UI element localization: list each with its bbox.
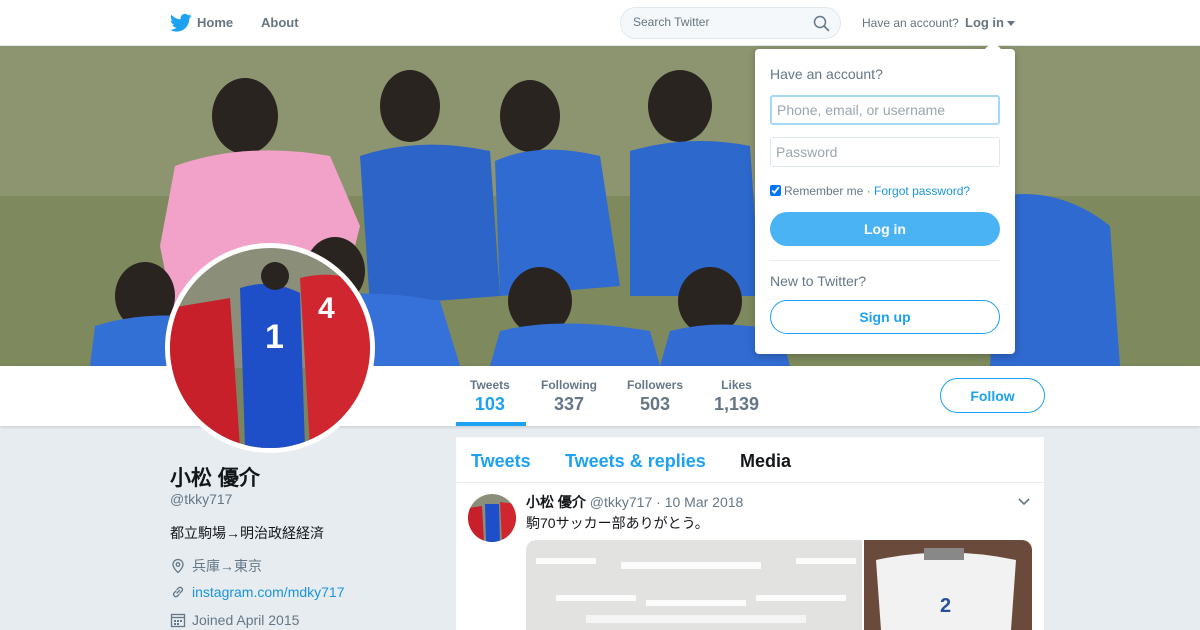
stat-tweets[interactable]: Tweets 103 [470,378,510,415]
login-button[interactable]: Log in [770,212,1000,246]
forgot-password-link[interactable]: Forgot password? [874,184,970,198]
tweet-header: 小松 優介 @tkky717 · 10 Mar 2018 [526,492,743,512]
calendar-icon [170,613,186,628]
remember-row: Remember me · Forgot password? [770,184,970,198]
tweet-author-name[interactable]: 小松 優介 [526,494,586,510]
stat-followers[interactable]: Followers 503 [627,378,683,415]
active-tab-underline [456,422,526,426]
search-box[interactable] [620,7,841,39]
remember-me-label[interactable]: Remember me [784,184,863,198]
tweet-author-avatar[interactable] [468,494,516,542]
search-icon[interactable] [813,15,830,32]
profile-website[interactable]: instagram.com/mdky717 [170,584,345,600]
link-icon [172,586,184,598]
tab-tweets-and-replies[interactable]: Tweets & replies [565,451,706,472]
location-pin-icon [172,558,184,574]
tweet-avatar-illustration [468,494,516,542]
remember-me-checkbox[interactable] [770,185,781,196]
profile-handle[interactable]: @tkky717 [170,491,232,507]
chevron-down-icon[interactable] [1018,498,1030,506]
profile-name: 小松 優介 [170,467,260,490]
tweet-media-illustration: 2 [526,540,1032,630]
location-text: 兵庫→東京 [192,558,262,574]
tab-media[interactable]: Media [740,451,791,472]
svg-text:2: 2 [940,595,951,617]
login-menu-toggle[interactable]: Log in [965,15,1004,30]
have-account-text: Have an account? [862,16,959,30]
new-to-twitter-text: New to Twitter? [770,273,867,289]
nav-about-link[interactable]: About [261,15,299,30]
profile-bio: 都立駒場→明治政経経済 [170,525,324,541]
timeline-panel: Tweets Tweets & replies Media 小松 優介 @tkk… [456,437,1044,630]
stat-value: 337 [553,394,585,414]
signup-button[interactable]: Sign up [770,300,1000,334]
twitter-bird-icon[interactable] [170,13,192,33]
stat-following[interactable]: Following 337 [541,378,597,415]
nav-home-link[interactable]: Home [197,15,233,30]
stat-value: 1,139 [714,394,760,414]
tweet-timestamp[interactable]: · 10 Mar 2018 [656,494,743,510]
login-dropdown-title: Have an account? [770,66,883,82]
caret-down-icon[interactable] [1007,21,1015,26]
tweet-author-handle[interactable]: @tkky717 [590,494,652,510]
stat-value: 503 [639,394,671,414]
joined-text: Joined April 2015 [192,612,300,628]
stat-label: Followers [627,378,684,392]
avatar-photo-illustration: 1 4 [170,248,370,448]
stat-value: 103 [474,394,505,414]
stat-label: Following [541,378,597,392]
follow-button[interactable]: Follow [940,378,1045,413]
profile-avatar[interactable]: 1 4 [165,243,375,453]
website-link[interactable]: instagram.com/mdky717 [192,584,345,600]
tweet-media[interactable]: 2 [526,540,1032,630]
password-field[interactable] [770,137,1000,167]
profile-joined: Joined April 2015 [170,612,299,628]
tab-tweets[interactable]: Tweets [471,451,531,472]
stat-label: Likes [721,378,752,392]
search-input[interactable] [633,15,803,29]
top-navigation-bar: Home About Have an account? Log in [0,0,1200,46]
separator-dot: · [866,184,871,198]
stat-label: Tweets [470,378,510,392]
divider [770,260,1000,261]
timeline-tabs: Tweets Tweets & replies Media [456,437,1044,483]
tweet-text: 駒70サッカー部ありがとう。 [526,515,709,531]
svg-text:4: 4 [318,292,335,325]
login-dropdown: Have an account? Remember me · Forgot pa… [755,41,1015,354]
username-field[interactable] [770,95,1000,125]
profile-location: 兵庫→東京 [170,556,262,576]
stat-likes[interactable]: Likes 1,139 [714,378,759,415]
svg-text:1: 1 [265,318,284,356]
